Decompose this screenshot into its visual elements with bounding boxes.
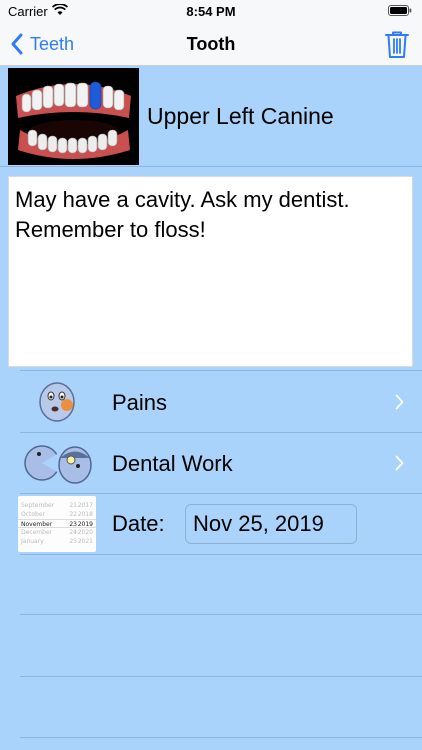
face-pain-icon [39, 382, 75, 422]
divider [0, 166, 422, 167]
dental-work-label: Dental Work [112, 451, 233, 476]
date-label: Date: [112, 511, 165, 536]
picker-wheel-cell: 2018 [77, 511, 93, 518]
divider [20, 737, 422, 738]
battery-icon [388, 5, 412, 16]
picker-wheel-cell: October [21, 511, 46, 518]
picker-wheel-cell: December [21, 529, 53, 536]
divider [20, 370, 422, 371]
picker-wheel-cell: 23 [69, 521, 77, 528]
back-button-label: Teeth [30, 33, 75, 54]
divider [20, 554, 422, 555]
calendar-picker-icon: September 21 2017 October 22 2018 November 23 20… [18, 496, 96, 552]
picker-wheel-cell: 22 [69, 511, 77, 518]
navigation-bar: Teeth Tooth [0, 22, 422, 66]
picker-wheel: September 21 2017 October 22 2018 November 23 20… [18, 501, 96, 546]
picker-wheel-cell: 2017 [77, 502, 93, 509]
picker-wheel-cell: 2021 [77, 538, 93, 545]
trash-icon[interactable] [382, 29, 412, 59]
pains-label: Pains [112, 390, 168, 415]
picker-wheel-row: September 21 2017 [18, 501, 96, 510]
picker-wheel-cell: 2020 [77, 529, 93, 536]
picker-wheel-cell: November [21, 521, 53, 528]
notes-text-area[interactable]: May have a cavity. Ask my dentist. Remem… [8, 176, 413, 367]
picker-wheel-row: December 24 2020 [18, 528, 96, 537]
chevron-right-icon [395, 455, 404, 471]
tooth-name: Upper Left Canine [147, 103, 334, 129]
back-button[interactable]: Teeth [10, 22, 74, 66]
picker-wheel-cell: January [21, 538, 44, 545]
status-bar: Carrier 8:54 PM [0, 0, 422, 22]
pains-row[interactable]: Pains [0, 372, 422, 433]
picker-wheel-cell: September [21, 502, 55, 509]
chevron-right-icon [395, 394, 404, 410]
date-field[interactable]: Nov 25, 2019 [185, 504, 357, 544]
picker-wheel-row: October 22 2018 [18, 510, 96, 519]
tooth-diagram-image [8, 68, 139, 165]
picker-wheel-row: November 23 2019 [18, 519, 96, 528]
picker-wheel-cell: 21 [69, 502, 77, 509]
divider [20, 676, 422, 677]
teeth-illustration-icon [8, 68, 139, 165]
picker-wheel-cell: 2019 [77, 521, 93, 528]
selected-tooth [89, 81, 102, 110]
picker-wheel-cell: 24 [69, 529, 77, 536]
clock-label: 8:54 PM [186, 4, 236, 19]
dental-tools-icon [24, 445, 92, 484]
divider [20, 614, 422, 615]
picker-wheel-row: January 25 2021 [18, 537, 96, 546]
picker-wheel-cell: 25 [69, 538, 77, 545]
divider [20, 493, 422, 494]
dental-work-row[interactable]: Dental Work [0, 433, 422, 494]
chevron-left-icon [11, 33, 23, 55]
